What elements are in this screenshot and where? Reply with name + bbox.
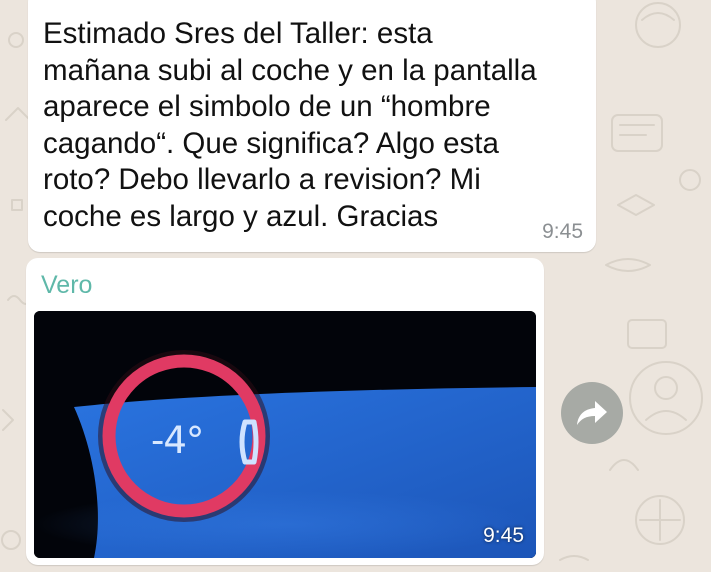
message-timestamp: 9:45 xyxy=(542,220,583,243)
forward-button[interactable] xyxy=(561,382,623,444)
message-bubble-text[interactable]: Estimado Sres del Taller: esta mañana su… xyxy=(28,0,596,252)
photo-timestamp: 9:45 xyxy=(483,524,524,547)
forward-arrow-icon xyxy=(577,401,607,425)
message-photo[interactable]: -4° 9:45 xyxy=(34,311,536,558)
message-text: Estimado Sres del Taller: esta mañana su… xyxy=(43,17,537,233)
message-bubble-image[interactable]: Vero -4° 9:45 xyxy=(26,258,544,565)
sender-name[interactable]: Vero xyxy=(41,271,92,300)
photo-display-reading: -4° xyxy=(151,419,204,462)
